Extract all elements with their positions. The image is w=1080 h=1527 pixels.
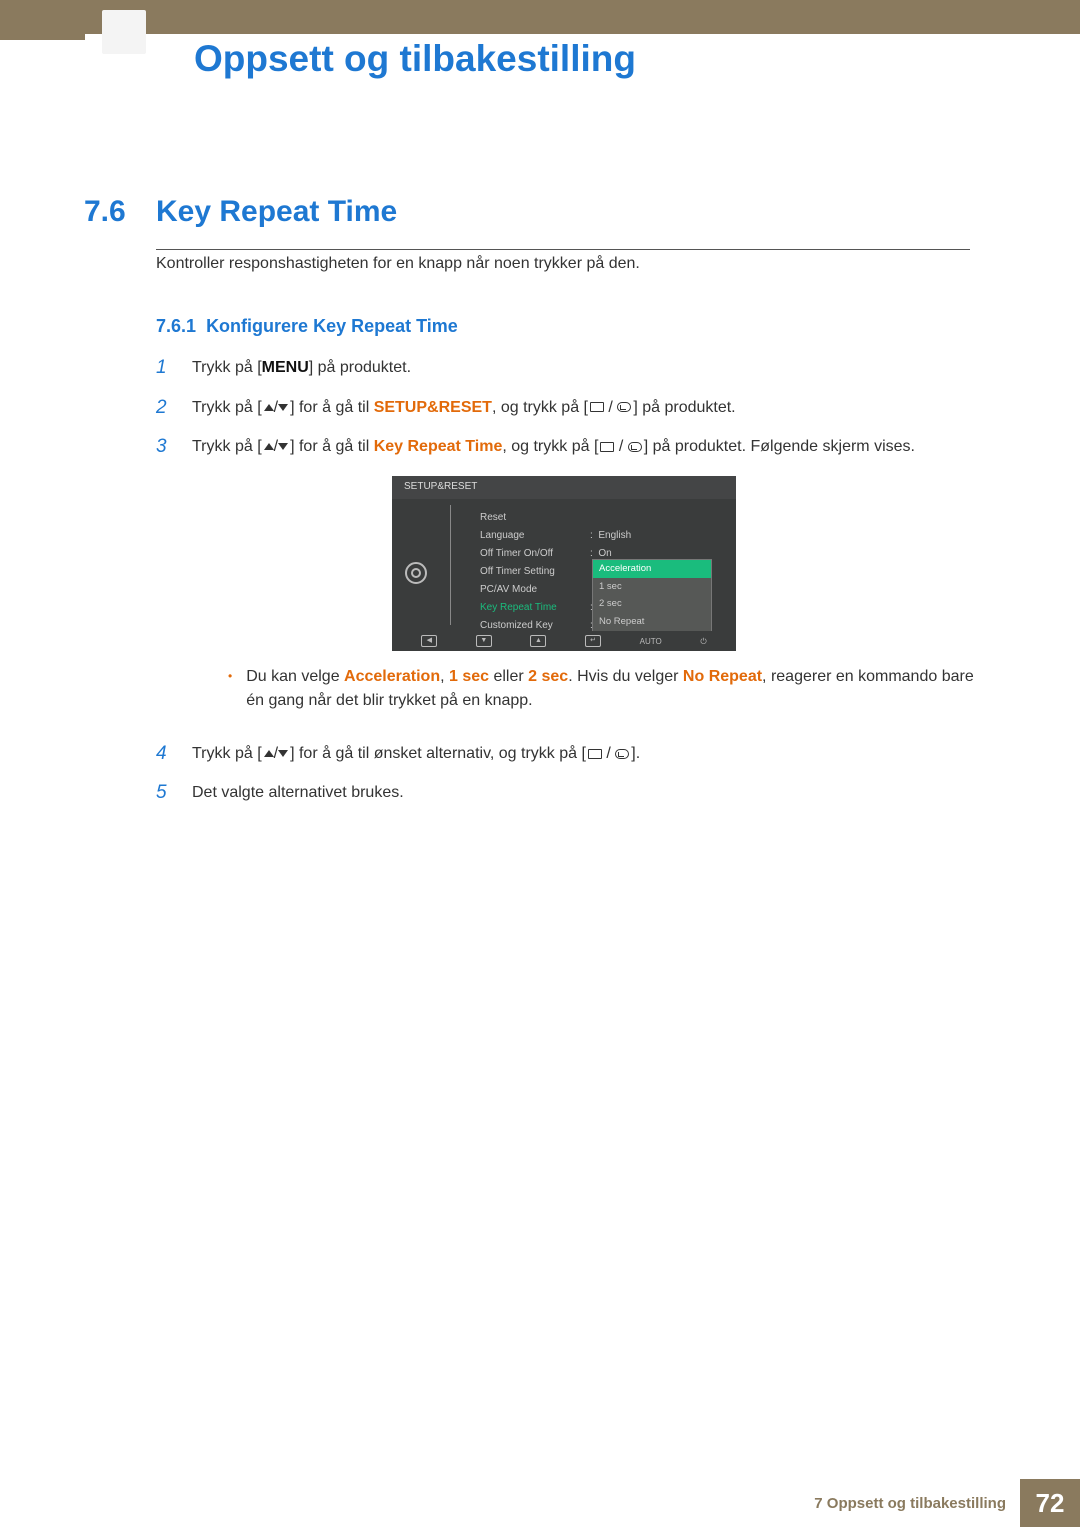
note-text: Du kan velge Acceleration, 1 sec eller 2…	[246, 665, 985, 711]
osd-power-icon: ⏻	[700, 636, 706, 648]
osd-footer-buttons: ◀ ▼ ▲ ↵ AUTO ⏻	[392, 631, 736, 651]
page-footer: 7 Oppsett og tilbakestilling 72	[814, 1479, 1080, 1527]
osd-menu-values: : English : On : : SAMSUNG MAGIC Angle A…	[590, 505, 720, 641]
source-enter-icon: /	[600, 435, 641, 458]
key-repeat-time-label: Key Repeat Time	[374, 438, 503, 455]
bullet-icon: •	[228, 665, 232, 687]
osd-item-timer-setting: Off Timer Setting	[480, 563, 590, 581]
osd-title: SETUP&RESET	[392, 476, 736, 499]
osd-item-timer-onoff: Off Timer On/Off	[480, 545, 590, 563]
step-4: 4 Trykk på [/] for å gå til ønsket alter…	[156, 740, 985, 768]
step-number: 2	[156, 394, 192, 422]
section-divider	[156, 249, 970, 250]
step-number: 1	[156, 354, 192, 382]
osd-option-acceleration: Acceleration	[593, 560, 711, 578]
opt-2sec: 2 sec	[528, 668, 568, 685]
chapter-title: Oppsett og tilbakestilling	[194, 38, 636, 80]
step-body: Det valgte alternativet brukes.	[192, 779, 985, 804]
osd-val-timer-onoff: On	[598, 548, 611, 559]
osd-item-krt-selected: Key Repeat Time	[480, 599, 590, 617]
step-3: 3 Trykk på [/] for å gå til Key Repeat T…	[156, 433, 985, 728]
section-intro-text: Kontroller responshastigheten for en kna…	[156, 255, 640, 273]
opt-norepeat: No Repeat	[683, 668, 762, 685]
page-number: 72	[1020, 1479, 1080, 1527]
step-number: 3	[156, 433, 192, 461]
osd-screenshot: SETUP&RESET Reset Language Off Timer On/…	[392, 476, 736, 651]
document-page: Oppsett og tilbakestilling 7.6 Key Repea…	[0, 0, 1080, 1527]
step-body: Trykk på [MENU] på produktet.	[192, 354, 985, 379]
setup-reset-label: SETUP&RESET	[374, 399, 492, 416]
section-number: 7.6	[84, 195, 126, 229]
section-title: Key Repeat Time	[156, 195, 397, 229]
subsection-title: Konfigurere Key Repeat Time	[206, 316, 458, 336]
osd-auto-label: AUTO	[640, 636, 662, 648]
up-down-arrows-icon: /	[264, 396, 288, 419]
steps-container: 1 Trykk på [MENU] på produktet. 2 Trykk …	[156, 354, 985, 819]
osd-option-2sec: 2 sec	[593, 595, 711, 613]
step-5: 5 Det valgte alternativet brukes.	[156, 779, 985, 807]
step-number: 4	[156, 740, 192, 768]
osd-tree-lines	[440, 505, 480, 641]
osd-option-1sec: 1 sec	[593, 578, 711, 596]
footer-chapter-ref: 7 Oppsett og tilbakestilling	[814, 1495, 1006, 1512]
gear-icon	[405, 562, 427, 584]
osd-enter-icon: ↵	[585, 635, 601, 647]
up-down-arrows-icon: /	[264, 742, 288, 765]
step-2: 2 Trykk på [/] for å gå til SETUP&RESET,…	[156, 394, 985, 422]
osd-item-language: Language	[480, 527, 590, 545]
opt-acceleration: Acceleration	[344, 668, 440, 685]
source-enter-icon: /	[590, 396, 631, 419]
osd-option-norepeat: No Repeat	[593, 613, 711, 631]
up-down-arrows-icon: /	[264, 435, 288, 458]
subsection-number: 7.6.1	[156, 316, 196, 336]
osd-up-icon: ▲	[530, 635, 546, 647]
step-1: 1 Trykk på [MENU] på produktet.	[156, 354, 985, 382]
step-body: Trykk på [/] for å gå til ønsket alterna…	[192, 740, 985, 765]
menu-button-label: MENU	[262, 359, 309, 376]
osd-panel: SETUP&RESET Reset Language Off Timer On/…	[392, 476, 736, 651]
osd-down-icon: ▼	[476, 635, 492, 647]
header-accent-bar	[85, 0, 1080, 34]
osd-icon-column	[392, 505, 440, 641]
source-enter-icon: /	[588, 742, 629, 765]
osd-val-language: English	[598, 530, 631, 541]
osd-left-icon: ◀	[421, 635, 437, 647]
osd-dropdown: Acceleration 1 sec 2 sec No Repeat	[592, 559, 712, 632]
opt-1sec: 1 sec	[449, 668, 489, 685]
chapter-icon-placeholder	[102, 10, 146, 54]
subsection-heading: 7.6.1 Konfigurere Key Repeat Time	[156, 316, 458, 337]
step-body: Trykk på [/] for å gå til SETUP&RESET, o…	[192, 394, 985, 419]
osd-menu-labels: Reset Language Off Timer On/Off Off Time…	[480, 505, 590, 641]
step-body: Trykk på [/] for å gå til Key Repeat Tim…	[192, 433, 985, 728]
osd-body: Reset Language Off Timer On/Off Off Time…	[392, 499, 736, 641]
osd-item-pcav: PC/AV Mode	[480, 581, 590, 599]
step-number: 5	[156, 779, 192, 807]
header-accent-left	[0, 0, 85, 40]
options-note: • Du kan velge Acceleration, 1 sec eller…	[228, 665, 985, 711]
osd-item-reset: Reset	[480, 509, 590, 527]
